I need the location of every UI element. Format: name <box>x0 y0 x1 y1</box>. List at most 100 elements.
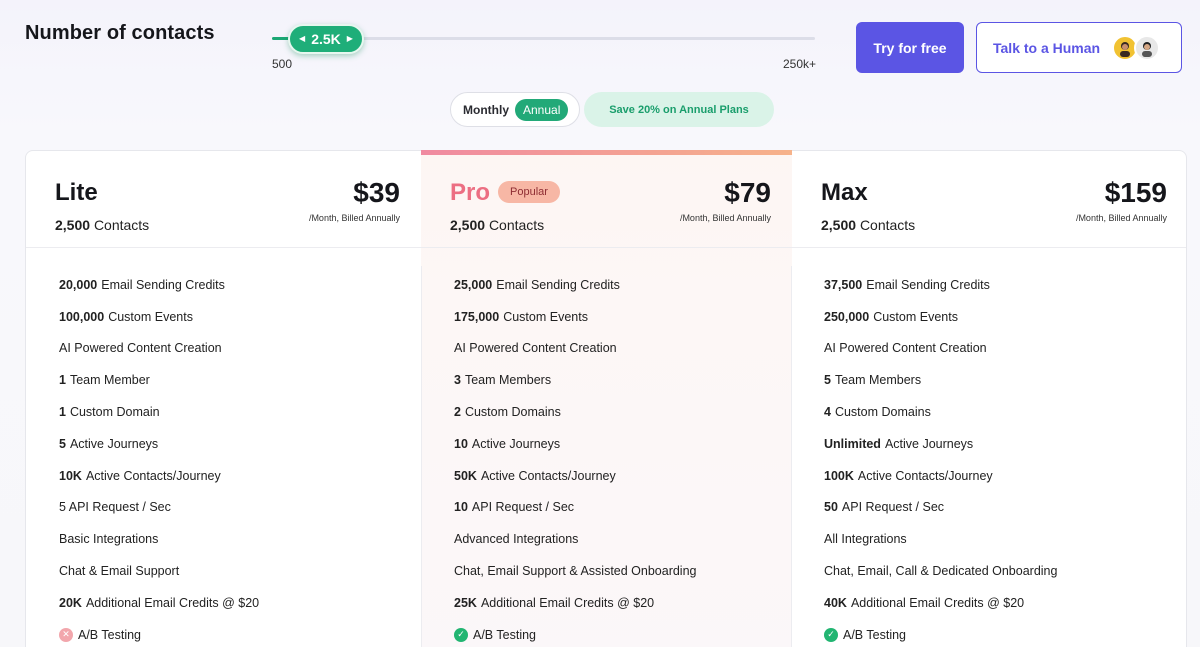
try-free-button[interactable]: Try for free <box>856 22 964 73</box>
plan-price: $79 <box>724 177 771 208</box>
popular-badge: Popular <box>498 181 560 203</box>
feature-text: API Request / Sec <box>471 500 575 515</box>
feature-value: 100K <box>824 468 854 483</box>
feature-text: Custom Events <box>108 309 193 324</box>
feature-value: 10 <box>454 436 468 451</box>
feature-text: 5 API Request / Sec <box>59 500 171 515</box>
feature-item: 100K Active Contacts/Journey <box>824 460 1057 492</box>
pricing-plans: Lite 2,500 Contacts $39 /Month, Billed A… <box>25 150 1187 647</box>
feature-item: 25,000 Email Sending Credits <box>454 269 697 301</box>
plan-contacts: 2,500 Contacts <box>450 217 545 233</box>
check-circle-icon: ✓ <box>454 627 468 642</box>
pro-plan-accent-bar <box>421 150 792 155</box>
feature-value: 3 <box>454 373 461 388</box>
feature-item: ✓ A/B Testing <box>454 619 697 647</box>
feature-value: 1 <box>59 405 66 420</box>
chevron-left-icon: ◀ <box>299 34 306 43</box>
plan-contacts: 2,500 Contacts <box>821 217 916 233</box>
feature-text: Basic Integrations <box>59 532 159 547</box>
feature-text: A/B Testing <box>843 627 907 642</box>
feature-item: Chat, Email, Call & Dedicated Onboarding <box>824 555 1057 587</box>
slider-value: 2.5K <box>311 31 341 47</box>
feature-text: Custom Events <box>503 309 588 324</box>
plan-price: $39 <box>353 177 400 208</box>
feature-value: 20,000 <box>59 277 98 292</box>
feature-text: AI Powered Content Creation <box>454 341 617 356</box>
feature-item: 3 Team Members <box>454 364 697 396</box>
feature-text: Advanced Integrations <box>454 532 579 547</box>
feature-value: 175,000 <box>454 309 500 324</box>
feature-item: ✕ A/B Testing <box>59 619 259 647</box>
feature-text: Team Member <box>69 373 150 388</box>
feature-value: 25K <box>454 595 477 610</box>
slider-min-label: 500 <box>272 57 293 71</box>
feature-value: Unlimited <box>824 436 881 451</box>
feature-text: Additional Email Credits @ $20 <box>480 595 655 610</box>
talk-to-human-button[interactable]: Talk to a Human <box>976 22 1182 73</box>
billing-toggle[interactable]: Monthly Annual <box>450 92 580 127</box>
feature-text: All Integrations <box>824 532 907 547</box>
feature-text: Chat & Email Support <box>59 564 180 579</box>
feature-text: Active Journeys <box>884 436 974 451</box>
plan-billing-note: /Month, Billed Annually <box>1075 213 1167 223</box>
feature-text: Team Members <box>464 373 552 388</box>
feature-value: 10 <box>454 500 468 515</box>
feature-item: AI Powered Content Creation <box>454 333 697 365</box>
feature-item: 4 Custom Domains <box>824 396 1057 428</box>
feature-item: 20K Additional Email Credits @ $20 <box>59 587 259 619</box>
feature-text: API Request / Sec <box>841 500 945 515</box>
feature-text: Additional Email Credits @ $20 <box>850 595 1025 610</box>
feature-value: 50 <box>824 500 838 515</box>
page-title: Number of contacts <box>25 22 215 44</box>
toggle-monthly[interactable]: Monthly <box>463 103 509 117</box>
feature-item: 250,000 Custom Events <box>824 301 1057 333</box>
plan-contacts: 2,500 Contacts <box>55 217 150 233</box>
feature-item: 5 Active Journeys <box>59 428 259 460</box>
feature-item: Advanced Integrations <box>454 523 697 555</box>
feature-text: Email Sending Credits <box>101 277 225 292</box>
feature-item: 175,000 Custom Events <box>454 301 697 333</box>
feature-item: 2 Custom Domains <box>454 396 697 428</box>
save-badge: Save 20% on Annual Plans <box>584 92 774 127</box>
feature-text: Active Contacts/Journey <box>480 468 616 483</box>
contacts-slider[interactable]: ◀ 2.5K ▶ 500 250k+ <box>272 24 816 74</box>
feature-item: AI Powered Content Creation <box>59 333 259 365</box>
plan-price: $159 <box>1104 177 1167 208</box>
feature-item: ✓ A/B Testing <box>824 619 1057 647</box>
feature-text: Email Sending Credits <box>866 277 990 292</box>
plan-name: Pro <box>450 179 491 206</box>
feature-text: Active Journeys <box>471 436 561 451</box>
feature-value: 250,000 <box>824 309 870 324</box>
slider-thumb[interactable]: ◀ 2.5K ▶ <box>288 24 364 54</box>
plan-name: Lite <box>55 179 98 206</box>
feature-value: 5 <box>59 436 66 451</box>
divider <box>421 266 422 647</box>
feature-value: 100,000 <box>59 309 105 324</box>
feature-text: AI Powered Content Creation <box>59 341 222 356</box>
divider <box>791 266 792 647</box>
feature-item: 10 API Request / Sec <box>454 492 697 524</box>
feature-value: 40K <box>824 595 847 610</box>
plan-billing-note: /Month, Billed Annually <box>679 213 771 223</box>
feature-item: 1 Custom Domain <box>59 396 259 428</box>
feature-text: Chat, Email Support & Assisted Onboardin… <box>454 564 697 579</box>
feature-value: 2 <box>454 405 461 420</box>
slider-max-label: 250k+ <box>782 57 816 71</box>
feature-text: AI Powered Content Creation <box>824 341 987 356</box>
feature-text: Custom Domain <box>69 405 160 420</box>
feature-item: 10 Active Journeys <box>454 428 697 460</box>
plan-billing-note: /Month, Billed Annually <box>308 213 400 223</box>
feature-item: 37,500 Email Sending Credits <box>824 269 1057 301</box>
feature-text: Custom Events <box>873 309 958 324</box>
feature-item: 5 Team Members <box>824 364 1057 396</box>
toggle-annual[interactable]: Annual <box>515 98 569 121</box>
feature-value: 25,000 <box>454 277 493 292</box>
feature-item: 10K Active Contacts/Journey <box>59 460 259 492</box>
feature-list: 25,000 Email Sending Credits 175,000 Custom… <box>454 269 697 647</box>
feature-item: 50 API Request / Sec <box>824 492 1057 524</box>
feature-item: 1 Team Member <box>59 364 259 396</box>
feature-item: 50K Active Contacts/Journey <box>454 460 697 492</box>
feature-item: AI Powered Content Creation <box>824 333 1057 365</box>
avatar <box>1134 34 1161 61</box>
feature-value: 4 <box>824 405 831 420</box>
